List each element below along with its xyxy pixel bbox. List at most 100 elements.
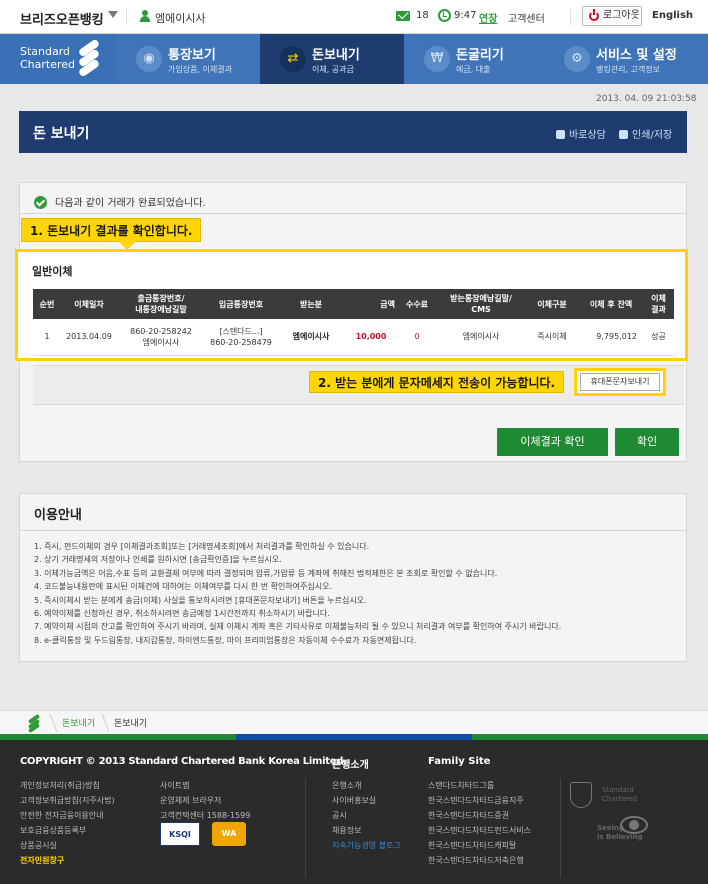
footer-link[interactable]: 사이트맵 [160,778,250,793]
nav-title: 돈굴리기 [456,48,504,63]
breadcrumb-level1[interactable]: 돈보내기 [62,716,95,729]
footer-link[interactable]: 은행소개 [332,778,401,793]
logout-button[interactable]: 로그아웃 [582,6,642,26]
footer-links-3: 은행소개 사이버홍보실 공시 채용정보 지속가능경영 블로그 [332,778,401,853]
bank-intro-heading: 은행소개 [332,760,369,771]
logo-line2: Chartered [20,58,76,71]
result-table: 순번 이체일자 출금통장번호/ 내통장에남길말 입금통장번호 받는분 금액 수수… [33,289,674,356]
print-link[interactable]: 인쇄/저장 [619,126,672,141]
col-header: 이체 결과 [643,289,674,319]
chevron-down-icon[interactable] [108,11,118,18]
gear-icon: ⚙ [564,46,590,72]
nav-item-send-money[interactable]: ⇄ 돈보내기 이체, 공과금 [260,34,404,84]
nav-subtitle: 이체, 공과금 [312,65,354,74]
eye-icon: ◉ [136,46,162,72]
footer-link[interactable]: 운영체제 브라우저 [160,793,250,808]
english-link[interactable]: English [652,10,693,21]
footer-links-4: 스탠다드차타드그룹 한국스탠다드차타드금융지주 한국스탠다드차타드증권 한국스탠… [428,778,531,868]
chevron-right-icon [40,714,58,732]
list-item: 2. 상기 거래명세의 저장이나 인쇄를 원하시면 [송금확인증]을 누르십시오… [34,555,282,565]
family-site-heading: Family Site [428,756,491,767]
footer-links-2: 사이트맵 운영체제 브라우저 고객컨택센터 1588-1599 [160,778,250,823]
footer-link[interactable]: 한국스탠다드차타드캐피탈 [428,838,531,853]
clock-icon [438,9,451,22]
guide-title: 이용안내 [34,508,82,523]
nav-item-invest[interactable]: ₩ 돈굴리기 예금, 대출 [404,34,548,84]
usage-guide: 이용안내 1. 즉시, 펀드이체의 경우 [이체결과조회]또는 [거래명세조회]… [19,493,687,662]
footer-link[interactable]: 한국스탠다드차타드펀드서비스 [428,823,531,838]
nav-item-account-view[interactable]: ◉ 통장보기 가입상품, 이체결과 [116,34,260,84]
mail-count[interactable]: 18 [416,10,429,21]
footer-link[interactable]: 스탠다드차타드그룹 [428,778,531,793]
cell-date: 2013.04.09 [61,319,117,356]
ksqi-badge: KSQI [160,822,200,846]
footer-link[interactable]: 공시 [332,808,401,823]
footer-link[interactable]: 사이버홍보실 [332,793,401,808]
footer-link[interactable]: 상품공시실 [20,838,115,853]
extend-session-link[interactable]: 연장 [479,10,497,25]
cell-fee: 0 [397,319,437,356]
breadcrumb: 돈보내기 돈보내기 [0,710,708,734]
callout-arrow [118,241,136,250]
list-item: 7. 예약이체 시점의 잔고를 확인하여 주시기 바라며, 실제 이체시 계좌 … [34,622,562,632]
username: 엠에이시사 [155,12,206,25]
nav-item-settings[interactable]: ⚙ 서비스 및 설정 뱅킹관리, 고객정보 [544,34,708,84]
customer-center-link[interactable]: 고객센터 [508,10,545,25]
footer-link: 고객컨택센터 1588-1599 [160,811,251,820]
check-result-button[interactable]: 이체결과 확인 [497,428,608,456]
cell-amount: 10,000 [345,319,397,356]
footer-link[interactable]: 보호금융상품등록부 [20,823,115,838]
divider [560,778,561,878]
list-item: 1. 즉시, 펀드이체의 경우 [이체결과조회]또는 [거래명세조회]에서 처리… [34,542,370,551]
send-sms-button[interactable]: 휴대폰문자보내기 [580,373,660,391]
completion-message: 다음과 같이 거래가 완료되었습니다. [34,194,206,209]
top-bar: 브리즈오픈뱅킹 엠에이시사 18 9:47 연장 고객센터 로그아웃 Engli… [0,0,708,34]
footer-link[interactable]: 개인정보처리(취급)방침 [20,778,115,793]
footer: COPYRIGHT © 2013 Standard Chartered Bank… [0,734,708,884]
list-item: 8. e-클릭통장 및 두드림통장, 내지갑통장, 하이엔드통장, 마이 프리미… [34,635,417,645]
main-nav: Standard Chartered ◉ 통장보기 가입상품, 이체결과 ⇄ 돈… [0,34,708,84]
logout-label: 로그아웃 [603,10,640,21]
footer-link[interactable]: 한국스탠다드차타드저축은행 [428,853,531,868]
cell-seq: 1 [33,319,61,356]
nav-title: 돈보내기 [312,48,360,63]
col-header: 이체구분 [525,289,579,319]
page-title: 돈 보내기 [33,126,90,142]
cell-to-account: [스탠다드...] 860-20-258479 [205,319,277,356]
coin-icon: ₩ [424,46,450,72]
footer-link[interactable]: 지속가능경영 블로그 [332,838,401,853]
sc-logo[interactable]: Standard Chartered [0,34,116,84]
consult-link[interactable]: 바로상담 [556,126,606,141]
completion-text: 다음과 같이 거래가 완료되었습니다. [55,198,206,209]
footer-link[interactable]: 전자민원창구 [20,853,115,868]
footer-link[interactable]: 한국스탠다드차타드금융지주 [428,793,531,808]
divider [126,9,127,25]
brand-name[interactable]: 브리즈오픈뱅킹 [20,9,104,28]
footer-link[interactable]: 채용정보 [332,823,401,838]
col-header: 이체일자 [61,289,117,319]
cell-result: 성공 [643,319,674,356]
list-item: 6. 예약이체를 신청하신 경우, 취소하시려면 송금예정 1시간전까지 취소하… [34,608,330,618]
callout-text: 1. 돈보내기 결과를 확인합니다. [30,224,193,238]
footer-link[interactable]: 고객정보취급방침(지주사법) [20,793,115,808]
breadcrumb-level2: 돈보내기 [114,719,148,729]
nav-subtitle: 가입상품, 이체결과 [168,65,232,74]
check-circle-icon [34,196,47,209]
session-time: 9:47 [454,10,477,21]
wa-badge: WA [212,822,246,846]
cell-type: 즉시이체 [525,319,579,356]
mail-icon[interactable] [396,11,410,21]
col-header: 입금통장번호 [205,289,277,319]
phone-icon [556,130,565,139]
confirm-button[interactable]: 확인 [615,428,679,456]
nav-subtitle: 예금, 대출 [456,65,491,74]
divider [570,9,571,25]
footer-link[interactable]: 한국스탠다드차타드증권 [428,808,531,823]
guide-list: 1. 즉시, 펀드이체의 경우 [이체결과조회]또는 [거래명세조회]에서 처리… [34,540,674,647]
home-icon[interactable] [27,713,41,734]
list-item: 5. 즉시이체시 받는 분에게 송금(이체) 사실을 통보하시려면 [휴대폰문자… [34,595,367,605]
footer-link[interactable]: 안전한 전자금융이용안내 [20,808,115,823]
eye-icon [620,816,648,834]
nav-title: 서비스 및 설정 [596,48,677,63]
print-label: 인쇄/저장 [632,130,673,141]
